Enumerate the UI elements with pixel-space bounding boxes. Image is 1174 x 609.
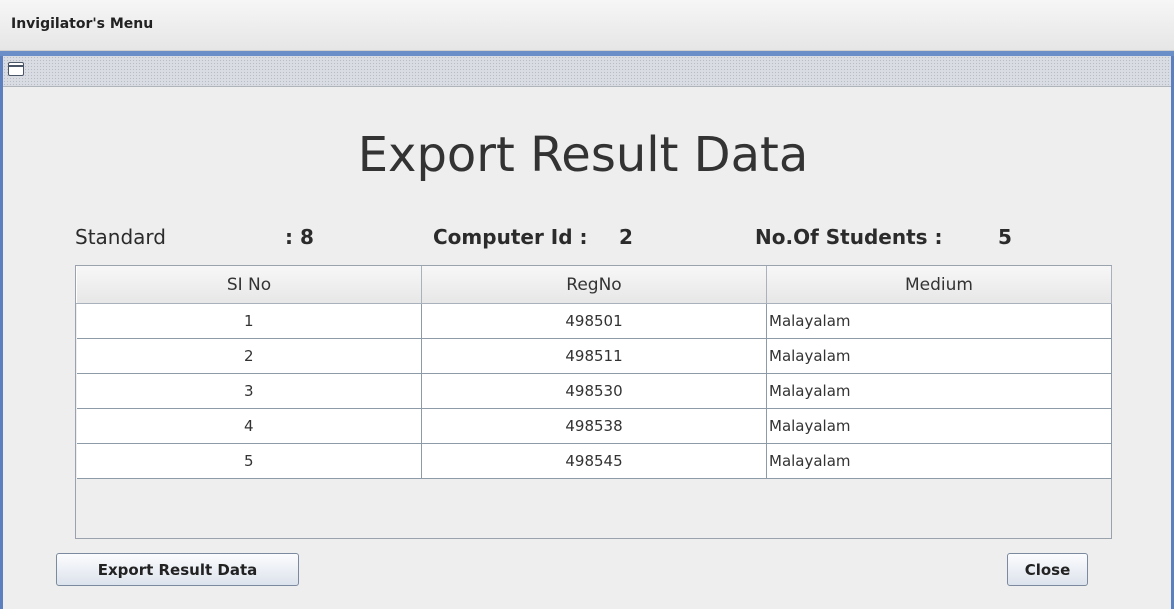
column-header-si-no[interactable]: SI No <box>76 266 422 304</box>
internal-frame-header[interactable] <box>3 56 1171 87</box>
column-header-regno[interactable]: RegNo <box>421 266 767 304</box>
window-icon[interactable] <box>8 62 24 76</box>
content-panel: Export Result Data Standard : 8 Computer… <box>3 87 1171 609</box>
window-title: Invigilator's Menu <box>11 16 154 32</box>
students-label: No.Of Students : <box>755 225 943 249</box>
page-title: Export Result Data <box>357 127 809 183</box>
results-table[interactable]: SI No RegNo Medium 1 498501 Malayalam 2 … <box>75 265 1112 539</box>
table-row[interactable]: 3 498530 Malayalam <box>76 373 1112 409</box>
cell-regno[interactable]: 498545 <box>421 443 767 479</box>
computer-id-value: 2 <box>619 225 633 249</box>
window-titlebar: Invigilator's Menu <box>0 0 1174 51</box>
close-button[interactable]: Close <box>1007 553 1088 586</box>
cell-regno[interactable]: 498511 <box>421 338 767 374</box>
table-header-row: SI No RegNo Medium <box>76 266 1112 304</box>
table-row[interactable]: 1 498501 Malayalam <box>76 303 1112 339</box>
cell-medium[interactable]: Malayalam <box>766 443 1112 479</box>
cell-si-no[interactable]: 2 <box>76 338 422 374</box>
cell-si-no[interactable]: 5 <box>76 443 422 479</box>
cell-medium[interactable]: Malayalam <box>766 373 1112 409</box>
export-result-data-button[interactable]: Export Result Data <box>56 553 299 586</box>
table-row[interactable]: 4 498538 Malayalam <box>76 408 1112 444</box>
cell-regno[interactable]: 498501 <box>421 303 767 339</box>
cell-regno[interactable]: 498530 <box>421 373 767 409</box>
standard-label: Standard <box>75 225 166 249</box>
cell-regno[interactable]: 498538 <box>421 408 767 444</box>
cell-si-no[interactable]: 1 <box>76 303 422 339</box>
cell-si-no[interactable]: 3 <box>76 373 422 409</box>
cell-medium[interactable]: Malayalam <box>766 408 1112 444</box>
cell-medium[interactable]: Malayalam <box>766 303 1112 339</box>
computer-id-label: Computer Id : <box>433 225 588 249</box>
table-row[interactable]: 2 498511 Malayalam <box>76 338 1112 374</box>
standard-value: : 8 <box>285 225 314 249</box>
cell-si-no[interactable]: 4 <box>76 408 422 444</box>
column-header-medium[interactable]: Medium <box>766 266 1112 304</box>
table-row[interactable]: 5 498545 Malayalam <box>76 443 1112 479</box>
cell-medium[interactable]: Malayalam <box>766 338 1112 374</box>
students-value: 5 <box>998 225 1012 249</box>
